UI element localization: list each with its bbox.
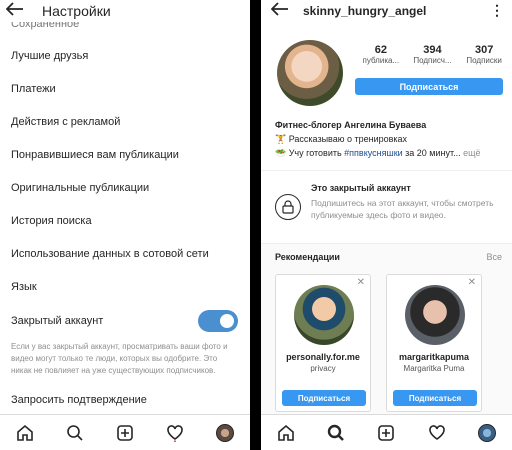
settings-item-close-friends[interactable]: Лучшие друзья	[0, 40, 250, 73]
profile-avatar	[277, 40, 343, 106]
recommendations-title: Рекомендации	[275, 252, 340, 262]
search-icon[interactable]	[64, 422, 86, 444]
profile-bio: Фитнес-блогер Ангелина Буваева 🏋 Рассказ…	[275, 118, 507, 160]
back-arrow-icon[interactable]	[270, 1, 289, 21]
home-icon[interactable]	[275, 422, 297, 444]
recommendation-card[interactable]: ✕ margaritkapuma Margaritka Puma Подписа…	[386, 274, 482, 412]
stat-label: Подписки	[466, 56, 502, 65]
stat-number: 62	[374, 44, 387, 56]
settings-item-saved[interactable]: Сохраненное	[11, 22, 79, 30]
card-username[interactable]: margaritkapuma	[387, 352, 481, 362]
private-title: Это закрытый аккаунт	[311, 183, 411, 193]
bio-more-link[interactable]: ещё	[463, 148, 480, 158]
stat-posts[interactable]: 62 публика...	[358, 44, 404, 65]
card-avatar[interactable]	[405, 285, 465, 345]
settings-item-language[interactable]: Язык	[0, 271, 250, 304]
profile-username: skinny_hungry_angel	[303, 4, 427, 18]
settings-item-payments[interactable]: Платежи	[0, 73, 250, 106]
stat-following[interactable]: 307 Подписки	[461, 44, 507, 65]
card-subtitle: privacy	[310, 364, 336, 373]
private-account-notice: Это закрытый аккаунт Подпишитесь на этот…	[261, 170, 512, 244]
private-account-toggle[interactable]	[198, 309, 238, 332]
stat-number: 307	[474, 44, 494, 56]
private-account-row[interactable]: Закрытый аккаунт	[0, 304, 250, 337]
subscribe-button[interactable]: Подписаться	[355, 78, 503, 95]
search-icon[interactable]	[325, 422, 347, 444]
stat-label: публика...	[362, 56, 400, 65]
close-icon[interactable]: ✕	[468, 277, 476, 288]
more-icon[interactable]: ⋮	[490, 2, 504, 19]
settings-list: Лучшие друзья Платежи Действия с рекламо…	[0, 40, 250, 393]
bottom-nav	[261, 414, 512, 450]
profile-header: skinny_hungry_angel ⋮	[261, 0, 512, 22]
bottom-nav	[0, 414, 250, 450]
card-subtitle: Margaritka Puma	[403, 364, 465, 373]
home-icon[interactable]	[14, 422, 36, 444]
profile-panel: skinny_hungry_angel ⋮ 62 публика... 394 …	[261, 0, 512, 450]
bio-hashtag[interactable]: #ппвкусняшки	[344, 148, 403, 158]
bio-text: за 20 минут...	[402, 148, 461, 158]
card-subscribe-button[interactable]: Подписаться	[393, 390, 477, 406]
settings-item-ad-activity[interactable]: Действия с рекламой	[0, 106, 250, 139]
private-description: Подпишитесь на этот аккаунт, чтобы смотр…	[311, 198, 494, 220]
card-subscribe-button[interactable]: Подписаться	[282, 390, 366, 406]
add-icon[interactable]	[375, 422, 397, 444]
screen: Настройки Сохраненное Лучшие друзья Плат…	[0, 0, 512, 450]
panel-divider	[250, 0, 261, 450]
private-account-label: Закрытый аккаунт	[11, 314, 104, 327]
add-icon[interactable]	[114, 422, 136, 444]
heart-icon[interactable]	[426, 422, 448, 444]
settings-item-request-verification[interactable]: Запросить подтверждение	[11, 394, 147, 406]
toggle-knob	[220, 313, 234, 328]
profile-icon[interactable]	[214, 422, 236, 444]
bio-line: 🥗 Учу готовить #ппвкусняшки за 20 минут.…	[275, 146, 507, 160]
stat-label: Подписч...	[413, 56, 452, 65]
lock-icon	[275, 194, 301, 220]
stat-number: 394	[423, 44, 442, 56]
settings-header: Настройки	[0, 0, 250, 22]
close-icon[interactable]: ✕	[357, 277, 365, 288]
settings-item-liked-posts[interactable]: Понравившиеся вам публикации	[0, 139, 250, 172]
bio-text: 🥗 Учу готовить	[275, 148, 345, 158]
profile-icon[interactable]	[476, 422, 498, 444]
recommendations: Рекомендации Все ✕ personally.for.me pri…	[261, 244, 512, 414]
bio-line: 🏋 Рассказываю о тренировках	[275, 134, 408, 144]
recommendation-card[interactable]: ✕ personally.for.me privacy Подписаться	[275, 274, 371, 412]
heart-icon[interactable]	[164, 422, 186, 444]
stat-followers[interactable]: 394 Подписч...	[409, 44, 455, 65]
settings-item-cellular-data[interactable]: Использование данных в сотовой сети	[0, 238, 250, 271]
recommendations-see-all[interactable]: Все	[486, 252, 502, 262]
back-arrow-icon[interactable]	[5, 1, 30, 21]
page-title: Настройки	[42, 3, 111, 19]
private-account-note: Если у вас закрытый аккаунт, просматрива…	[11, 342, 228, 375]
profile-stats: 62 публика... 394 Подписч... 307 Подписк…	[355, 44, 510, 65]
card-username[interactable]: personally.for.me	[276, 352, 370, 362]
settings-item-search-history[interactable]: История поиска	[0, 205, 250, 238]
bio-name: Фитнес-блогер Ангелина Буваева	[275, 120, 427, 130]
card-avatar[interactable]	[294, 285, 354, 345]
settings-panel: Настройки Сохраненное Лучшие друзья Плат…	[0, 0, 250, 450]
settings-item-original-posts[interactable]: Оригинальные публикации	[0, 172, 250, 205]
